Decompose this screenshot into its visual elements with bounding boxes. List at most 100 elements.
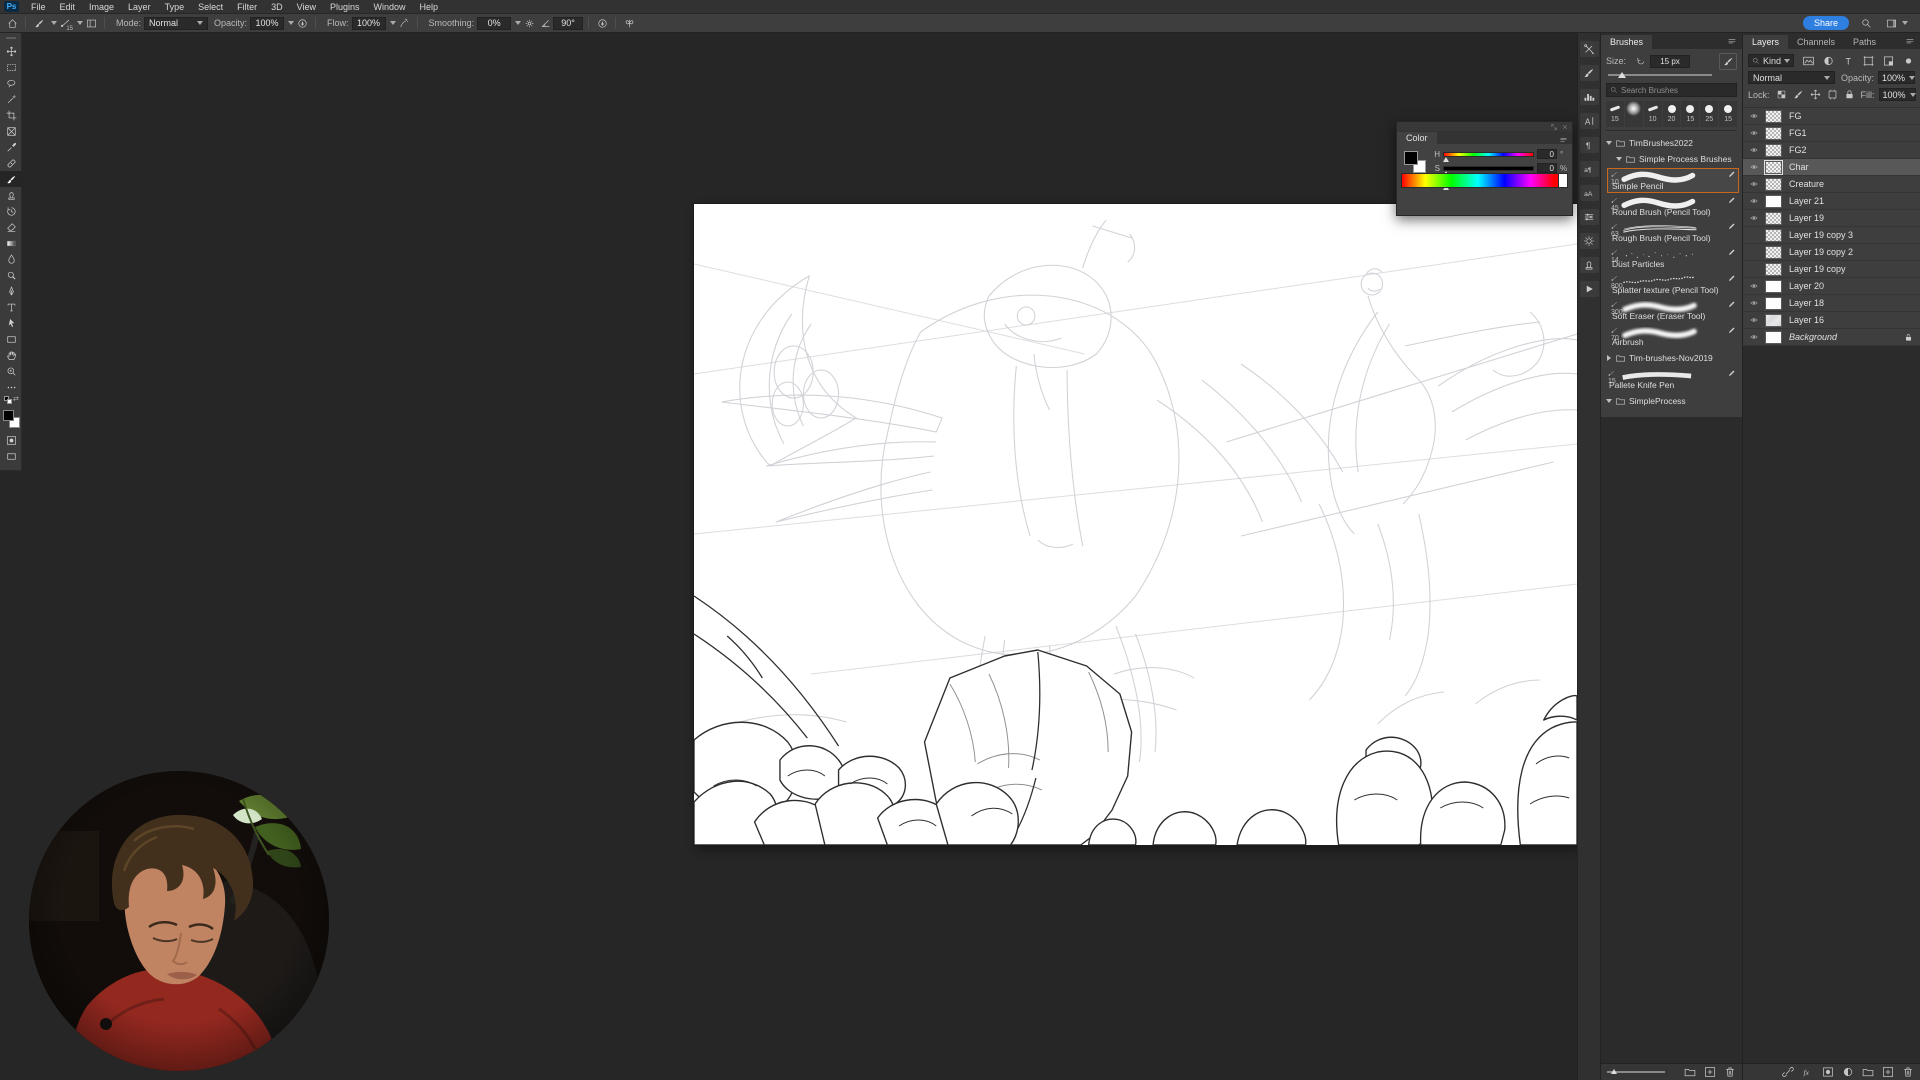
recent-brush[interactable]: 15 [1681,101,1700,127]
layer-row[interactable]: Char [1743,159,1920,176]
chevron-down-icon[interactable] [1902,21,1908,25]
chevron-icon[interactable] [1607,355,1611,361]
new-brush-group-button[interactable] [1684,1066,1696,1078]
path-selection-tool[interactable] [0,315,22,331]
visibility-eye-icon[interactable] [1745,214,1762,222]
brush-list-item[interactable]: Rough Brush (Pencil Tool) 63 Rough Brush… [1607,220,1739,245]
layer-thumbnail[interactable] [1765,194,1782,208]
menu-item[interactable]: Window [367,0,413,14]
chevron-icon[interactable] [1606,141,1612,145]
menu-item[interactable]: View [290,0,323,14]
menu-item[interactable]: Help [413,0,446,14]
layer-opacity-field[interactable]: 100% [1878,71,1916,84]
search-icon[interactable] [1858,16,1874,31]
tool-preset-icon[interactable] [31,16,47,31]
smoothing-field[interactable]: 0% [477,16,512,30]
visibility-eye-icon[interactable] [1745,265,1762,273]
recent-brush[interactable]: 20 [1662,101,1681,127]
layer-thumbnail[interactable] [1765,330,1782,344]
layer-thumbnail[interactable] [1765,109,1782,123]
layer-thumbnail[interactable] [1765,262,1782,276]
filter-adjustment-layers[interactable] [1822,55,1835,67]
visibility-eye-icon[interactable] [1745,146,1762,154]
brush-angle-icon[interactable] [537,16,553,31]
brush-list-item[interactable]: SimpleProcess SimpleProcess [1601,393,1742,409]
histogram-panel-button[interactable] [1579,89,1599,105]
character-panel-button[interactable] [1579,113,1599,129]
new-adjustment-layer-button[interactable] [1842,1066,1854,1078]
visibility-eye-icon[interactable] [1745,316,1762,324]
screen-mode-button[interactable] [0,448,22,464]
pressure-opacity-icon[interactable] [294,16,310,31]
visibility-eye-icon[interactable] [1745,180,1762,188]
shape-tool[interactable] [0,331,22,347]
glyphs-panel-button[interactable] [1579,161,1599,177]
kind-filter-select[interactable]: Kind [1748,54,1795,67]
timeline-panel-button[interactable] [1579,281,1599,297]
layer-row[interactable]: Layer 18 [1743,295,1920,312]
visibility-eye-icon[interactable] [1745,299,1762,307]
brush-list-item[interactable]: Pallete Knife Pen 15 Pallete Knife Pen [1604,367,1739,392]
edit-toolbar-button[interactable] [0,379,22,395]
brush-list-item[interactable]: Round Brush (Pencil Tool) 45 Round Brush… [1607,194,1739,219]
brush-size-input[interactable] [1650,54,1691,68]
quick-mask-button[interactable] [0,432,22,448]
workspace-switcher-icon[interactable] [1883,16,1899,31]
layer-fill-field[interactable]: 100% [1878,88,1916,101]
menu-item[interactable]: Edit [53,0,83,14]
home-icon[interactable] [4,16,20,31]
eraser-tool[interactable] [0,219,22,235]
marquee-tool[interactable] [0,59,22,75]
layer-thumbnail[interactable] [1765,160,1782,174]
visibility-eye-icon[interactable] [1745,129,1762,137]
pressure-size-icon[interactable] [594,16,610,31]
tab-color[interactable]: Color [1397,132,1437,144]
new-group-button[interactable] [1862,1066,1874,1078]
lock-artboard[interactable] [1827,89,1838,100]
color-spectrum-ramp[interactable] [1401,173,1568,188]
character-styles-panel-button[interactable] [1579,185,1599,201]
brush-settings-panel-button[interactable] [1579,65,1599,81]
layer-row[interactable]: FG2 [1743,142,1920,159]
tool-presets-panel-button[interactable] [1579,41,1599,57]
menu-item[interactable]: Plugins [323,0,367,14]
visibility-eye-icon[interactable] [1745,163,1762,171]
blur-tool[interactable] [0,251,22,267]
brush-size-slider[interactable] [1606,69,1737,81]
layer-row[interactable]: FG [1743,108,1920,125]
lock-all[interactable] [1844,89,1855,100]
mode-select[interactable]: Normal [144,16,209,30]
angle-field[interactable]: 90° [553,16,584,30]
brush-list-item[interactable]: TimBrushes2022 TimBrushes2022 [1601,135,1742,151]
panel-tab[interactable]: Layers [1743,35,1789,49]
layer-row[interactable]: Layer 16 [1743,312,1920,329]
filter-type-layers[interactable] [1842,55,1855,67]
menu-item[interactable]: File [24,0,53,14]
layer-thumbnail[interactable] [1765,143,1782,157]
brush-list-item[interactable]: Airbrush 70 Airbrush [1607,324,1739,349]
brush-preset-picker[interactable]: 15 [57,16,73,32]
layer-row[interactable]: Layer 20 [1743,278,1920,295]
new-layer-button[interactable] [1882,1066,1894,1078]
layer-thumbnail[interactable] [1765,279,1782,293]
layer-row[interactable]: Layer 21 [1743,193,1920,210]
visibility-eye-icon[interactable] [1745,282,1762,290]
layer-thumbnail[interactable] [1765,228,1782,242]
collapse-panel-icon[interactable] [1551,124,1557,130]
link-layers-button[interactable] [1782,1066,1794,1078]
slider-track[interactable] [1443,151,1534,162]
filter-shape-layers[interactable] [1862,55,1875,67]
properties-panel-button[interactable] [1579,209,1599,225]
opacity-field[interactable]: 100% [250,16,285,30]
hand-tool[interactable] [0,347,22,363]
blend-mode-select[interactable]: Normal [1748,71,1835,84]
visibility-eye-icon[interactable] [1745,333,1762,341]
clone-stamp-tool[interactable] [0,187,22,203]
recent-brush[interactable]: 15 [1719,101,1738,127]
object-selection-tool[interactable] [0,91,22,107]
brush-list-item[interactable]: Soft Eraser (Eraser Tool) 300 Soft Erase… [1607,298,1739,323]
lock-pixels[interactable] [1793,89,1804,100]
tab-brushes[interactable]: Brushes [1601,35,1653,49]
brush-list-item[interactable]: Simple Pencil 10 Simple Pencil [1607,168,1739,193]
move-tool[interactable] [0,43,22,59]
